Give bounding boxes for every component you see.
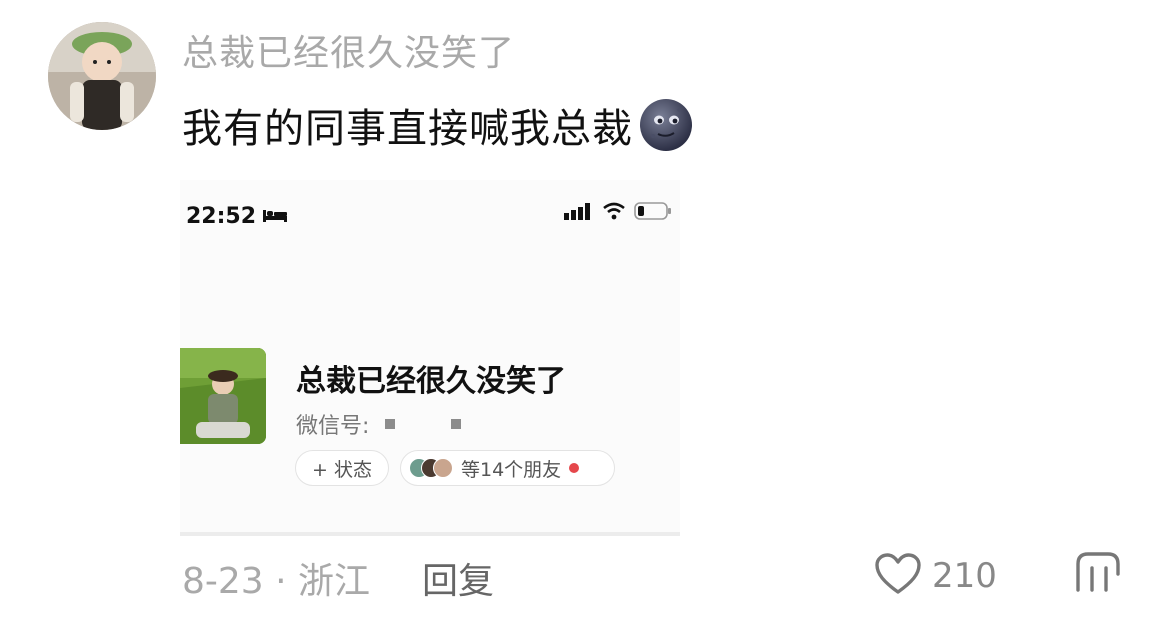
profile-avatar[interactable] <box>180 348 266 444</box>
attached-screenshot[interactable]: 22:52 总裁已经很久没笑了 微信号: + 状态 等14个朋友 <box>180 180 680 536</box>
redaction-mark <box>385 419 396 429</box>
commenter-username[interactable]: 总裁已经很久没笑了 <box>182 24 515 76</box>
wechat-id-label: 微信号: <box>296 414 370 439</box>
friends-count-text: 等14个朋友 <box>461 458 562 481</box>
status-bar-time: 22:52 <box>186 204 288 229</box>
like-count: 210 <box>932 556 997 592</box>
friends-status-button[interactable]: 等14个朋友 <box>400 450 615 486</box>
signal-icon <box>564 202 594 224</box>
wifi-icon <box>602 202 626 224</box>
comment-body: 我有的同事直接喊我总裁 <box>182 106 633 152</box>
comment-bubble-icon[interactable] <box>1072 550 1124 594</box>
friend-avatar <box>433 458 453 478</box>
like-heart-icon[interactable] <box>874 552 922 596</box>
comment-text: 我有的同事直接喊我总裁 <box>182 96 693 154</box>
status-button-label: + 状态 <box>312 458 372 481</box>
notification-dot <box>569 463 580 473</box>
status-time: 22:52 <box>186 204 257 229</box>
wechat-id-row: 微信号: <box>296 408 462 440</box>
profile-name: 总裁已经很久没笑了 <box>296 364 566 399</box>
moon-face-emoji-icon <box>639 98 693 152</box>
battery-icon <box>634 202 672 224</box>
sleep-bed-icon <box>262 204 288 229</box>
friend-avatars <box>409 458 453 478</box>
commenter-avatar[interactable] <box>48 22 156 130</box>
comment-date-location: 8-23 · 浙江 <box>182 561 371 602</box>
reply-button[interactable]: 回复 <box>422 552 494 604</box>
redaction-mark <box>451 419 462 429</box>
status-bar-icons <box>564 202 672 224</box>
add-status-button[interactable]: + 状态 <box>295 450 389 486</box>
